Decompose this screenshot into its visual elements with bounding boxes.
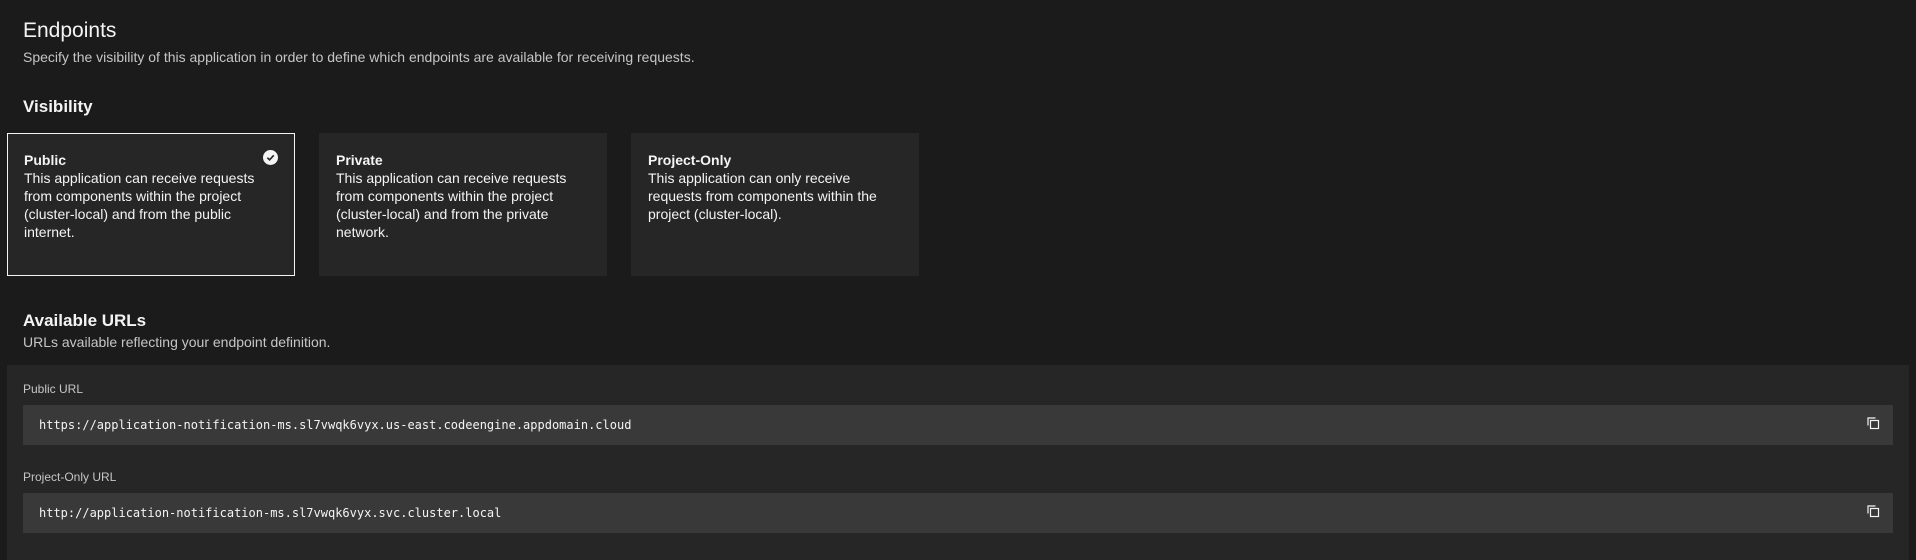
endpoints-description: Specify the visibility of this applicati… — [23, 49, 695, 65]
available-urls-description: URLs available reflecting your endpoint … — [23, 334, 331, 350]
available-urls-title: Available URLs — [23, 311, 147, 330]
visibility-title: Visibility — [23, 97, 93, 116]
public-url-value[interactable]: https://application-notification-ms.sl7v… — [39, 418, 631, 432]
copy-icon — [1865, 415, 1881, 436]
project-only-url-label: Project-Only URL — [23, 470, 117, 484]
tile-description: This application can only receive reques… — [648, 170, 877, 222]
copy-project-only-url-button[interactable] — [1861, 501, 1885, 525]
tile-title: Public — [24, 152, 67, 168]
available-urls-header: Available URLs URLs available reflecting… — [23, 310, 330, 351]
project-only-url-value[interactable]: http://application-notification-ms.sl7vw… — [39, 506, 501, 520]
copy-icon — [1865, 503, 1881, 524]
tile-title: Project-Only — [648, 152, 732, 168]
copy-public-url-button[interactable] — [1861, 413, 1885, 437]
tile-title: Private — [336, 152, 383, 168]
tile-private[interactable]: Private This application can receive req… — [319, 133, 607, 276]
endpoints-page: Endpoints Specify the visibility of this… — [0, 0, 1916, 560]
visibility-tiles: Public This application can receive requ… — [7, 133, 919, 276]
public-url-label: Public URL — [23, 382, 84, 396]
endpoints-title: Endpoints — [23, 19, 117, 42]
tile-project-only[interactable]: Project-Only This application can only r… — [631, 133, 919, 276]
public-url-field[interactable]: https://application-notification-ms.sl7v… — [23, 405, 1893, 445]
tile-public[interactable]: Public This application can receive requ… — [7, 133, 295, 276]
checkmark-icon — [263, 150, 278, 165]
tile-description: This application can receive requests fr… — [336, 170, 567, 240]
urls-panel: Public URL https://application-notificat… — [7, 365, 1909, 560]
tile-description: This application can receive requests fr… — [24, 170, 255, 240]
endpoints-header: Endpoints Specify the visibility of this… — [23, 18, 695, 66]
project-only-url-field[interactable]: http://application-notification-ms.sl7vw… — [23, 493, 1893, 533]
